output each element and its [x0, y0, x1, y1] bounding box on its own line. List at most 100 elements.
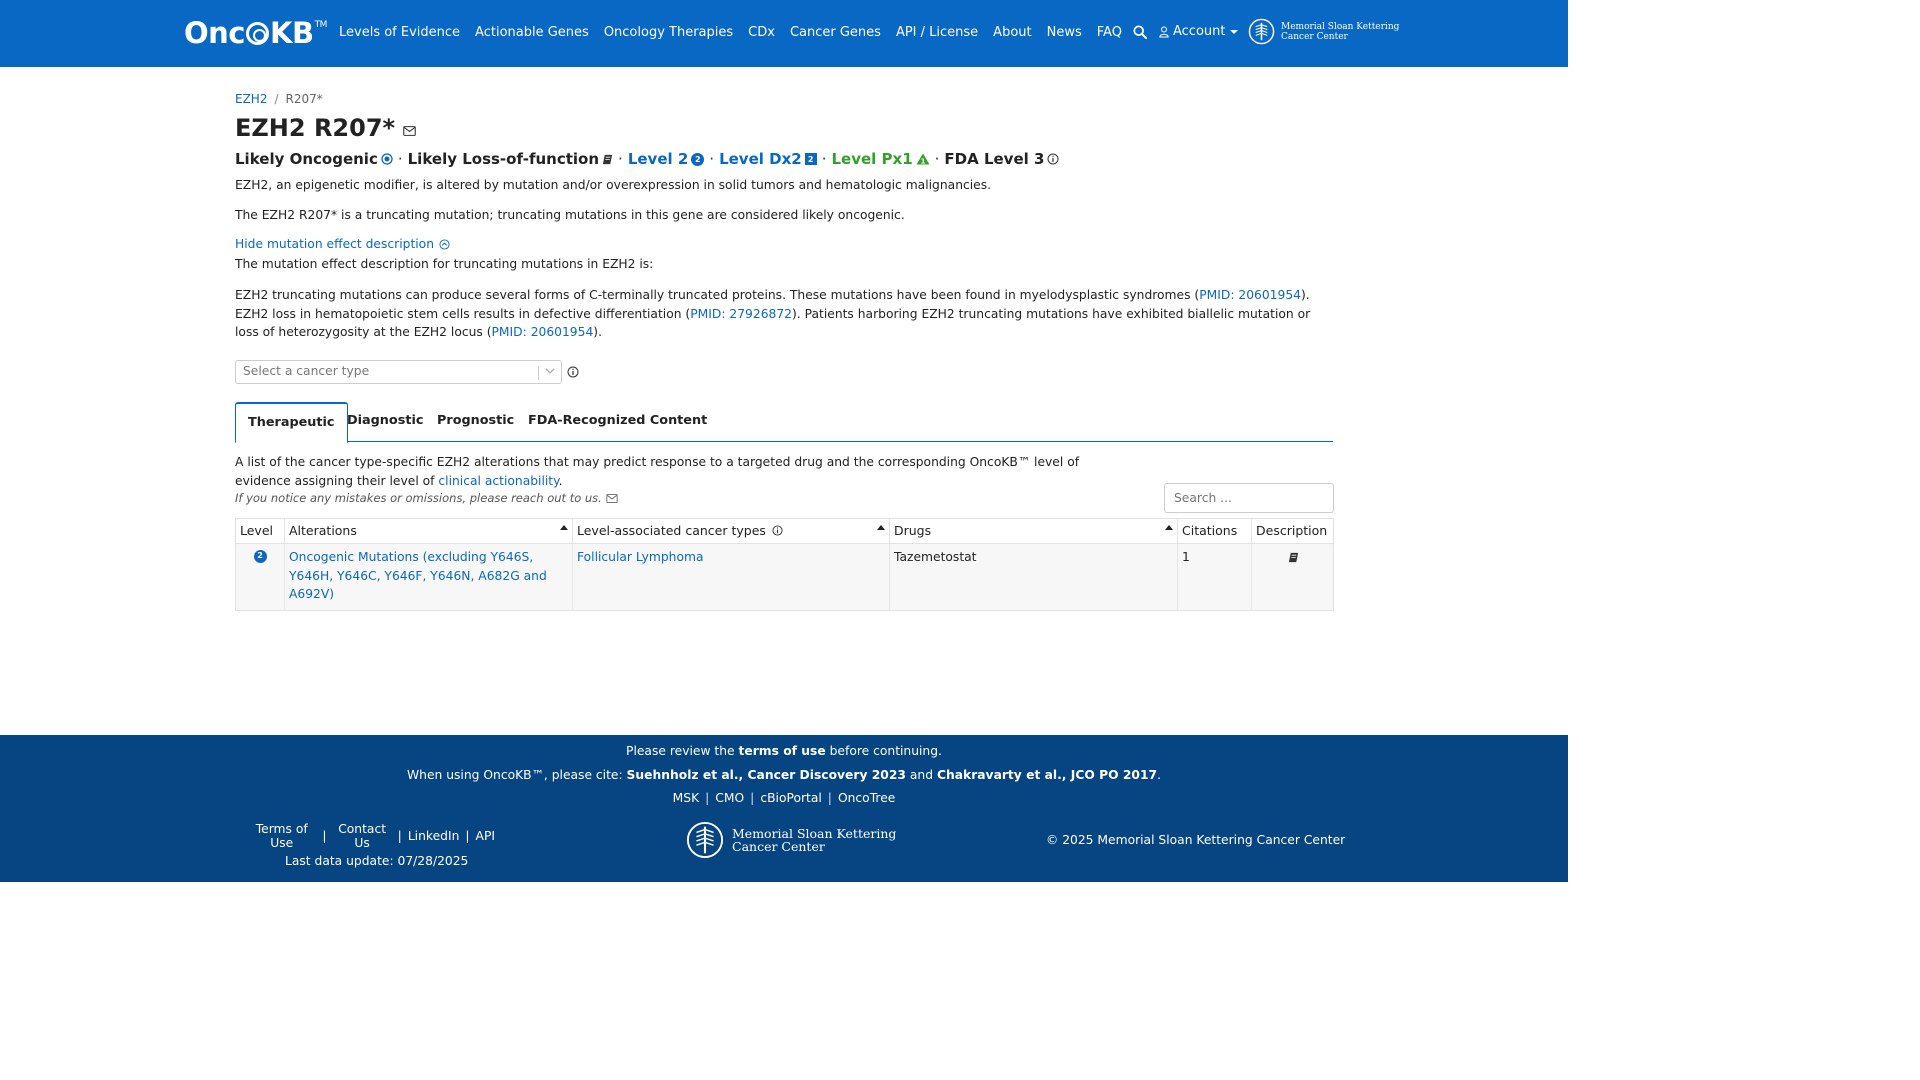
nav-news[interactable]: News [1047, 24, 1082, 42]
badge-separator: · [821, 150, 827, 168]
search-icon[interactable] [1133, 24, 1147, 39]
pmid-link[interactable]: PMID: 20601954 [492, 325, 594, 339]
tab-therapeutic[interactable]: Therapeutic [235, 402, 348, 443]
envelope-icon[interactable] [606, 493, 618, 503]
table-header: Level Alterations Level-associated cance… [236, 519, 1334, 549]
variant-summary: The EZH2 R207* is a truncating mutation;… [235, 208, 905, 222]
th-cancer-types-label: Level-associated cancer types [577, 523, 766, 538]
cancer-type-placeholder: Select a cancer type [243, 364, 370, 378]
footer-divider: | [827, 791, 832, 805]
breadcrumb-gene-link[interactable]: EZH2 [235, 92, 267, 106]
info-icon[interactable] [772, 525, 783, 536]
gene-summary: EZH2, an epigenetic modifier, is altered… [235, 178, 992, 192]
th-drugs[interactable]: Drugs [890, 519, 1178, 544]
footer-divider: | [397, 829, 402, 843]
msk-logo-nav[interactable]: Memorial Sloan Kettering Cancer Center [1248, 18, 1399, 45]
terms-of-use-link[interactable]: terms of use [739, 744, 826, 758]
nav-api-license[interactable]: API / License [896, 24, 978, 42]
info-icon[interactable] [567, 366, 579, 378]
tab-diagnostic[interactable]: Diagnostic [347, 402, 423, 442]
tab-fda-recognized-content[interactable]: FDA-Recognized Content [528, 402, 707, 442]
th-citations-label: Citations [1182, 523, 1238, 538]
th-cancer-types[interactable]: Level-associated cancer types [573, 519, 890, 544]
footer-link-api[interactable]: API [476, 829, 495, 843]
citation-link-1[interactable]: Suehnholz et al., Cancer Discovery 2023 [627, 768, 906, 782]
mutation-effect-label: Likely Loss-of-function [407, 150, 600, 168]
evidence-tabs: Therapeutic Diagnostic Prognostic FDA-Re… [235, 402, 1333, 443]
diagnostic-level-link[interactable]: Level Dx2 [719, 150, 802, 168]
terms-notice: Please review the terms of use before co… [0, 744, 1568, 758]
therapeutic-table: Level Alterations Level-associated cance… [235, 518, 1334, 611]
footer-left: Terms of Use | Contact Us | LinkedIn | API … [247, 822, 495, 868]
nav-levels-of-evidence[interactable]: Levels of Evidence [339, 24, 460, 42]
effect-text-1: EZH2 truncating mutations can produce se… [235, 288, 1200, 302]
msk-emblem-icon [686, 821, 724, 859]
book-icon[interactable] [1288, 552, 1299, 563]
footer-link-cbioportal[interactable]: cBioPortal [760, 791, 821, 805]
account-label: Account [1173, 24, 1226, 39]
table-search[interactable] [1164, 483, 1334, 513]
nav-cancer-genes[interactable]: Cancer Genes [790, 24, 881, 42]
nav-right: Account [1133, 24, 1252, 39]
badge-separator: · [397, 150, 403, 168]
footer-link-linkedin[interactable]: LinkedIn [408, 829, 460, 843]
cancer-type-link[interactable]: Follicular Lymphoma [577, 550, 704, 564]
footer-link-msk[interactable]: MSK [673, 791, 699, 805]
footer-divider: | [705, 791, 710, 805]
logo-o-icon [246, 21, 269, 45]
nav-actionable-genes[interactable]: Actionable Genes [475, 24, 589, 42]
table-search-input[interactable] [1165, 484, 1333, 512]
nav-cdx[interactable]: CDx [748, 24, 775, 42]
nav-oncology-therapies[interactable]: Oncology Therapies [604, 24, 733, 42]
sort-asc-icon [1165, 525, 1173, 530]
td-citations[interactable]: 1 [1178, 544, 1252, 610]
clinical-actionability-link[interactable]: clinical actionability [438, 474, 558, 488]
footer-link-oncotree[interactable]: OncoTree [838, 791, 895, 805]
chevron-down-icon[interactable] [545, 368, 555, 374]
nav-links: Levels of Evidence Actionable Genes Onco… [339, 24, 1137, 42]
th-alterations-label: Alterations [289, 523, 357, 538]
table-row: 2 Oncogenic Mutations (excluding Y646S, … [236, 544, 1333, 610]
th-description: Description [1252, 519, 1334, 544]
info-icon[interactable] [1047, 153, 1059, 165]
footer-link-cmo[interactable]: CMO [715, 791, 744, 805]
msk-line-1: Memorial Sloan Kettering [1281, 21, 1400, 32]
mutation-effect-description: EZH2 truncating mutations can produce se… [235, 286, 1330, 342]
prognostic-level-link[interactable]: Level Px1 [831, 150, 912, 168]
th-description-label: Description [1256, 523, 1328, 538]
alteration-link[interactable]: Oncogenic Mutations (excluding Y646S, Y6… [289, 550, 547, 601]
pmid-link[interactable]: PMID: 27926872 [690, 307, 792, 321]
footer-link-terms-of-use[interactable]: Terms of Use [247, 822, 316, 850]
book-icon[interactable] [602, 154, 613, 165]
terms-notice-end: before continuing. [825, 744, 942, 758]
logo-text-start: Onc [184, 16, 246, 50]
msk-emblem-icon [1248, 18, 1275, 45]
th-level[interactable]: Level [236, 519, 285, 549]
cancer-type-select[interactable]: Select a cancer type [235, 360, 562, 384]
caret-down-icon [1229, 29, 1238, 34]
footer-divider: | [322, 829, 327, 843]
citation-link-2[interactable]: Chakravarty et al., JCO PO 2017 [937, 768, 1157, 782]
cite-text: When using OncoKB™, please cite: [407, 768, 627, 782]
oncogenic-target-icon[interactable] [381, 153, 393, 165]
therapeutic-level-link[interactable]: Level 2 [628, 150, 688, 168]
nav-about[interactable]: About [993, 24, 1031, 42]
envelope-icon[interactable] [403, 126, 416, 136]
th-citations[interactable]: Citations [1178, 519, 1252, 544]
tab-prognostic[interactable]: Prognostic [437, 402, 514, 442]
svg-text:1: 1 [920, 157, 925, 165]
page-title-text: EZH2 R207* [235, 114, 396, 142]
td-description [1252, 544, 1334, 610]
oncokb-logo[interactable]: Onc KB TM [184, 16, 327, 50]
msk-line-2: Cancer Center [1281, 31, 1348, 42]
terms-notice-text: Please review the [626, 744, 739, 758]
account-dropdown[interactable]: Account [1159, 24, 1238, 39]
nav-faq[interactable]: FAQ [1097, 24, 1122, 42]
footer-divider: | [465, 829, 470, 843]
th-alterations[interactable]: Alterations [285, 519, 573, 544]
hide-mutation-effect-toggle[interactable]: Hide mutation effect description [235, 237, 450, 251]
msk-logo-footer[interactable]: Memorial Sloan Kettering Cancer Center [686, 820, 896, 860]
user-icon [1159, 26, 1169, 37]
footer-link-contact-us[interactable]: Contact Us [333, 822, 392, 850]
pmid-link[interactable]: PMID: 20601954 [1199, 288, 1301, 302]
